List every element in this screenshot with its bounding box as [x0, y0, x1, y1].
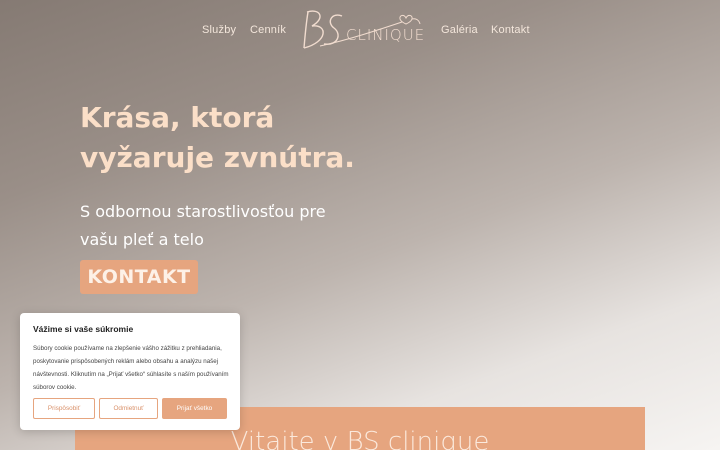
hero-subtitle: S odbornou starostlivosťou pre vašu pleť… [80, 198, 370, 254]
cookie-title: Vážime si vaše súkromie [33, 324, 134, 334]
nav-link-cennik[interactable]: Cenník [250, 24, 286, 36]
cookie-accept-all-button[interactable]: Prijať všetko [162, 398, 227, 419]
logo-text: CLINIQUE [346, 26, 426, 44]
nav-link-sluzby[interactable]: Služby [202, 24, 236, 36]
brand-logo[interactable]: CLINIQUE [298, 6, 424, 52]
hero-title-line-2: vyžaruje zvnútra. [80, 141, 355, 174]
main-navigation: Služby Cenník CLINIQUE Galéria Kontakt [0, 0, 720, 60]
cookie-customize-button[interactable]: Prispôsobiť [33, 398, 95, 419]
hero-title: Krása, ktorá vyžaruje zvnútra. [80, 98, 380, 178]
hero-title-line-1: Krása, ktorá [80, 101, 275, 134]
hero-subtitle-line-1: S odbornou starostlivosťou pre [80, 202, 326, 221]
welcome-title: Vitajte v BS clinique [230, 427, 490, 450]
cookie-reject-button[interactable]: Odmietnuť [99, 398, 158, 419]
contact-button[interactable]: KONTAKT [80, 260, 198, 294]
cookie-body-text: Súbory cookie používame na zlepšenie váš… [33, 345, 229, 391]
nav-link-kontakt[interactable]: Kontakt [491, 24, 530, 36]
cookie-button-row: Prispôsobiť Odmietnuť Prijať všetko [33, 398, 227, 419]
hero-subtitle-line-2: vašu pleť a telo [80, 230, 204, 249]
cookie-consent-dialog: Vážime si vaše súkromie Súbory cookie po… [20, 313, 240, 430]
nav-link-galeria[interactable]: Galéria [441, 24, 478, 36]
